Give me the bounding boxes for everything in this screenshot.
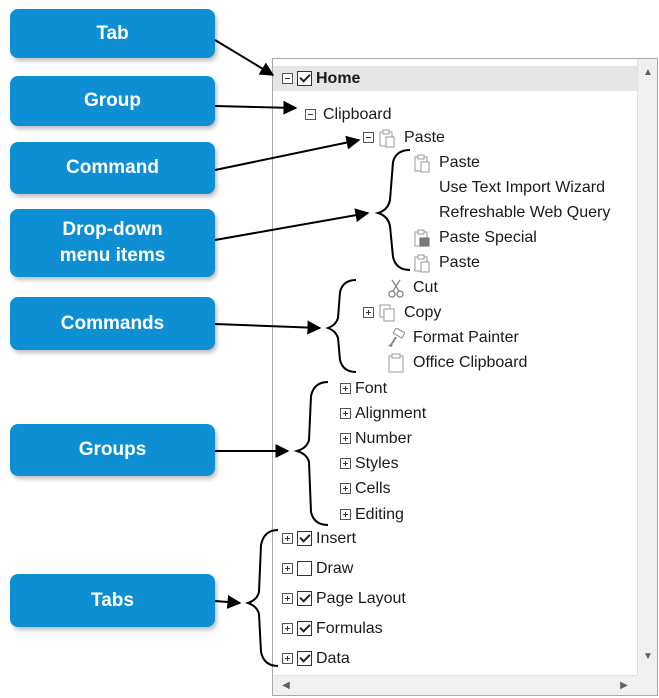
arrow-commands [214, 320, 322, 335]
arrow-dropdown [214, 208, 370, 241]
arrow-group [214, 100, 298, 115]
brace-groups [293, 381, 329, 526]
arrow-tab [214, 39, 275, 76]
arrow-command [214, 135, 361, 171]
arrow-tabs [214, 595, 242, 609]
brace-dropdown [374, 149, 411, 271]
brace-tabs [244, 529, 279, 667]
annotation-arrows [214, 39, 411, 667]
brace-commands [325, 279, 357, 373]
